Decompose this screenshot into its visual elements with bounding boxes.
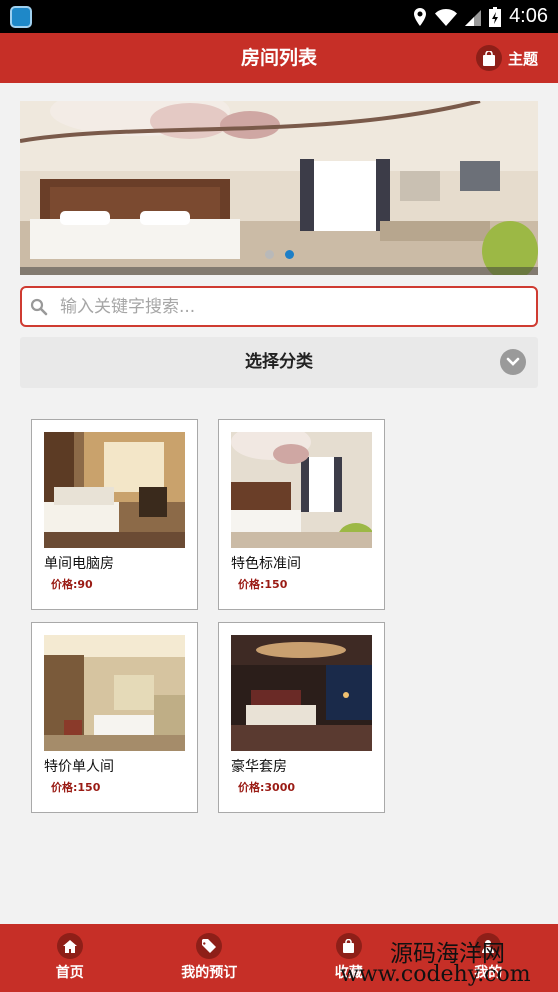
room-photo — [44, 635, 185, 751]
room-card[interactable]: 特色标准间 价格:150 — [218, 419, 385, 610]
room-photo — [231, 432, 372, 548]
carousel-dot[interactable] — [264, 250, 274, 259]
home-icon — [56, 933, 83, 959]
nav-label: 首页 — [55, 965, 84, 981]
room-price: 价格:90 — [51, 578, 93, 591]
banner-hotel-room-image — [20, 101, 538, 275]
theme-button[interactable]: 主题 — [475, 44, 538, 72]
nav-label: 我的预订 — [181, 965, 238, 981]
search-bar[interactable] — [20, 286, 538, 327]
room-card[interactable]: 豪华套房 价格:3000 — [218, 622, 385, 813]
room-price: 价格:150 — [51, 781, 101, 794]
watermark-line2: www.codehy.com — [340, 962, 531, 987]
room-price: 价格:150 — [238, 578, 288, 591]
wifi-icon — [435, 8, 458, 26]
room-photo — [231, 635, 372, 751]
clock: 4:06 — [509, 5, 548, 27]
room-photo — [44, 432, 185, 548]
signal-icon — [465, 9, 482, 26]
chevron-down-icon — [500, 349, 526, 375]
carousel-indicator — [20, 250, 538, 259]
page-title: 房间列表 — [240, 47, 317, 69]
carousel-dot-active[interactable] — [284, 250, 294, 259]
location-icon — [414, 7, 427, 26]
room-price: 价格:3000 — [238, 781, 296, 794]
search-input[interactable] — [60, 296, 500, 317]
room-card[interactable]: 单间电脑房 价格:90 — [31, 419, 198, 610]
tag-icon — [196, 933, 223, 959]
room-name: 特色标准间 — [231, 556, 301, 572]
status-bar: 4:06 — [0, 0, 558, 33]
room-name: 豪华套房 — [231, 759, 287, 775]
nav-my-bookings[interactable]: 我的预订 — [140, 924, 280, 992]
room-name: 特价单人间 — [44, 759, 114, 775]
banner-carousel[interactable] — [20, 101, 538, 275]
category-label: 选择分类 — [245, 352, 313, 372]
app-notification-icon — [10, 6, 32, 28]
search-icon — [30, 298, 48, 315]
room-card[interactable]: 特价单人间 价格:150 — [31, 622, 198, 813]
category-selector[interactable]: 选择分类 — [20, 337, 538, 388]
nav-home[interactable]: 首页 — [0, 924, 140, 992]
shopping-bag-icon — [475, 45, 502, 71]
theme-label: 主题 — [507, 49, 538, 68]
battery-charging-icon — [489, 6, 502, 27]
status-icons: 4:06 — [413, 0, 548, 33]
room-name: 单间电脑房 — [44, 556, 114, 572]
watermark: 源码海洋网 www.codehy.com — [340, 934, 558, 992]
app-header: 房间列表 主题 — [0, 33, 558, 83]
